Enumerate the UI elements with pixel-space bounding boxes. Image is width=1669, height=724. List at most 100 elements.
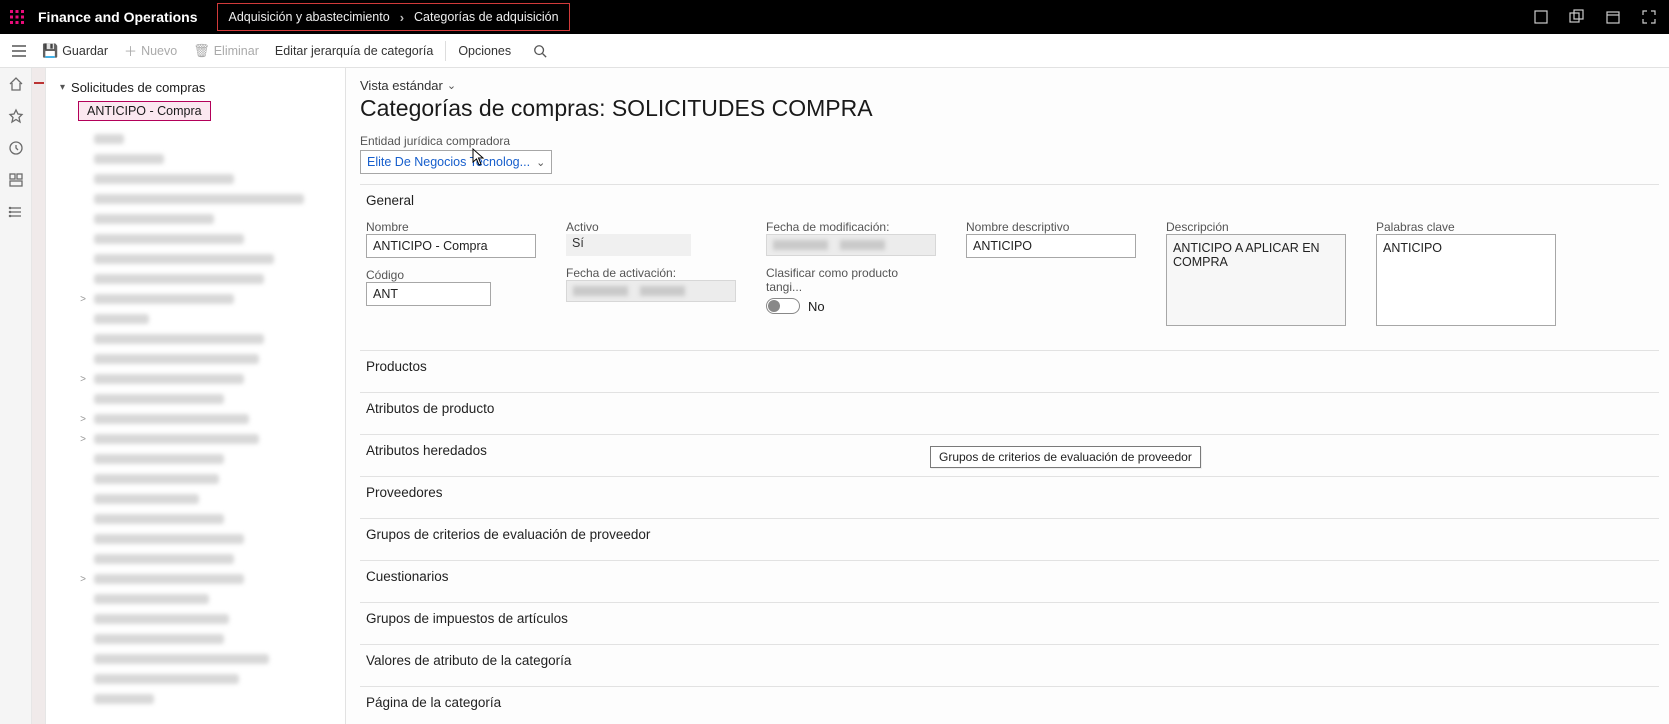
blurred-text — [94, 134, 124, 144]
tree-blurred-item[interactable]: > — [78, 409, 339, 429]
caret-right-icon: > — [78, 574, 88, 585]
tree-blurred-item[interactable] — [78, 209, 339, 229]
command-search-icon[interactable] — [525, 36, 555, 66]
caret-right-icon: > — [78, 414, 88, 425]
tree-blurred-item[interactable]: > — [78, 289, 339, 309]
hamburger-icon[interactable] — [6, 44, 32, 58]
fasttab-header[interactable]: Cuestionarios — [360, 561, 1659, 592]
breadcrumb-page[interactable]: Categorías de adquisición — [414, 10, 559, 24]
tree-blurred-item[interactable] — [78, 609, 339, 629]
fasttab-valores-de-atributo-de-la-categor-a: Valores de atributo de la categoría — [360, 644, 1659, 676]
codigo-field[interactable] — [366, 282, 491, 306]
fecha-activacion-field[interactable] — [566, 280, 736, 302]
fasttab-header[interactable]: Valores de atributo de la categoría — [360, 645, 1659, 676]
blurred-text — [94, 374, 244, 384]
tooltip: Grupos de criterios de evaluación de pro… — [930, 446, 1201, 468]
tree-blurred-item[interactable] — [78, 269, 339, 289]
recent-icon[interactable] — [6, 138, 26, 158]
activo-label: Activo — [566, 220, 736, 234]
blurred-text — [94, 554, 234, 564]
fasttab-header[interactable]: Grupos de impuestos de artículos — [360, 603, 1659, 634]
breadcrumb-module[interactable]: Adquisición y abastecimiento — [228, 10, 389, 24]
tree-blurred-item[interactable]: > — [78, 369, 339, 389]
save-button[interactable]: 💾 Guardar — [34, 36, 116, 66]
tree-blurred-item[interactable] — [78, 689, 339, 709]
edit-hierarchy-button[interactable]: Editar jerarquía de categoría — [267, 36, 441, 66]
nombre-field[interactable] — [366, 234, 536, 258]
tree-blurred-item[interactable] — [78, 649, 339, 669]
star-icon[interactable] — [6, 106, 26, 126]
blurred-text — [94, 594, 209, 604]
tree-blurred-item[interactable] — [78, 629, 339, 649]
app-launcher-icon[interactable] — [0, 0, 34, 34]
window-overlap-icon[interactable] — [1565, 5, 1589, 29]
tree-blurred-item[interactable] — [78, 529, 339, 549]
blurred-text — [94, 494, 199, 504]
home-icon[interactable] — [6, 74, 26, 94]
tree-blurred-item[interactable] — [78, 249, 339, 269]
fasttab-header[interactable]: Productos — [360, 351, 1659, 382]
tree-blurred-item[interactable]: > — [78, 429, 339, 449]
trash-icon: 🗑 — [193, 43, 210, 59]
fasttab-proveedores: Proveedores — [360, 476, 1659, 508]
tree-selected-node[interactable]: ANTICIPO - Compra — [78, 101, 211, 121]
blurred-text — [94, 294, 234, 304]
blurred-text — [94, 174, 234, 184]
fasttab-header[interactable]: Proveedores — [360, 477, 1659, 508]
delete-button[interactable]: 🗑 Eliminar — [185, 36, 267, 66]
clasificar-toggle[interactable] — [766, 298, 800, 314]
tree-blurred-item[interactable] — [78, 509, 339, 529]
tree-blurred-item[interactable] — [78, 309, 339, 329]
view-selector[interactable]: Vista estándar ⌄ — [360, 78, 1659, 93]
calendar-icon[interactable] — [1601, 5, 1625, 29]
codigo-label: Código — [366, 268, 536, 282]
fasttab-header[interactable]: Página de la categoría — [360, 687, 1659, 718]
caret-right-icon: > — [78, 294, 88, 305]
tree-blurred-item[interactable] — [78, 129, 339, 149]
options-button[interactable]: Opciones — [450, 36, 519, 66]
blurred-text — [94, 674, 239, 684]
nombre-desc-field[interactable] — [966, 234, 1136, 258]
tree-blurred-item[interactable] — [78, 169, 339, 189]
workspace-icon[interactable] — [6, 170, 26, 190]
blurred-text — [94, 454, 224, 464]
window-restore-icon[interactable] — [1529, 5, 1553, 29]
list-collapse-rail[interactable] — [32, 68, 46, 724]
expand-icon[interactable] — [1637, 5, 1661, 29]
caret-right-icon: > — [78, 374, 88, 385]
tree-root[interactable]: ▾ Solicitudes de compras — [56, 78, 339, 97]
blurred-text — [94, 334, 264, 344]
tree-blurred-item[interactable] — [78, 149, 339, 169]
tree-blurred-item[interactable] — [78, 489, 339, 509]
tree-blurred-item[interactable] — [78, 669, 339, 689]
fasttab-header[interactable]: Grupos de criterios de evaluación de pro… — [360, 519, 1659, 550]
plus-icon: ＋ — [124, 41, 137, 60]
tree-blurred-item[interactable] — [78, 389, 339, 409]
clasificar-label: Clasificar como producto tangi... — [766, 266, 936, 294]
top-bar: Finance and Operations Adquisición y aba… — [0, 0, 1669, 34]
fasttab-atributos-de-producto: Atributos de producto — [360, 392, 1659, 424]
tree-blurred-item[interactable] — [78, 189, 339, 209]
palabras-field[interactable]: ANTICIPO — [1376, 234, 1556, 326]
modules-icon[interactable] — [6, 202, 26, 222]
entity-dropdown[interactable]: Elite De Negocios Tecnolog... ⌄ — [360, 150, 552, 174]
fasttab-general-header[interactable]: General — [360, 185, 1659, 216]
chevron-down-icon: ⌄ — [447, 79, 456, 92]
blurred-text — [94, 654, 269, 664]
blurred-text — [94, 514, 224, 524]
new-button[interactable]: ＋ Nuevo — [116, 36, 185, 66]
fasttab-general: General Nombre Código — [360, 184, 1659, 340]
tree-blurred-item[interactable] — [78, 469, 339, 489]
tree-blurred-item[interactable] — [78, 329, 339, 349]
descripcion-field[interactable]: ANTICIPO A APLICAR EN COMPRA — [1166, 234, 1346, 326]
tree-blurred-item[interactable] — [78, 449, 339, 469]
view-name: Vista estándar — [360, 78, 443, 93]
tree-blurred-item[interactable] — [78, 349, 339, 369]
nombre-desc-label: Nombre descriptivo — [966, 220, 1136, 234]
tree-blurred-item[interactable]: > — [78, 569, 339, 589]
fasttab-header[interactable]: Atributos de producto — [360, 393, 1659, 424]
page-title: Categorías de compras: SOLICITUDES COMPR… — [360, 95, 1659, 122]
tree-blurred-item[interactable] — [78, 549, 339, 569]
tree-blurred-item[interactable] — [78, 589, 339, 609]
tree-blurred-item[interactable] — [78, 229, 339, 249]
